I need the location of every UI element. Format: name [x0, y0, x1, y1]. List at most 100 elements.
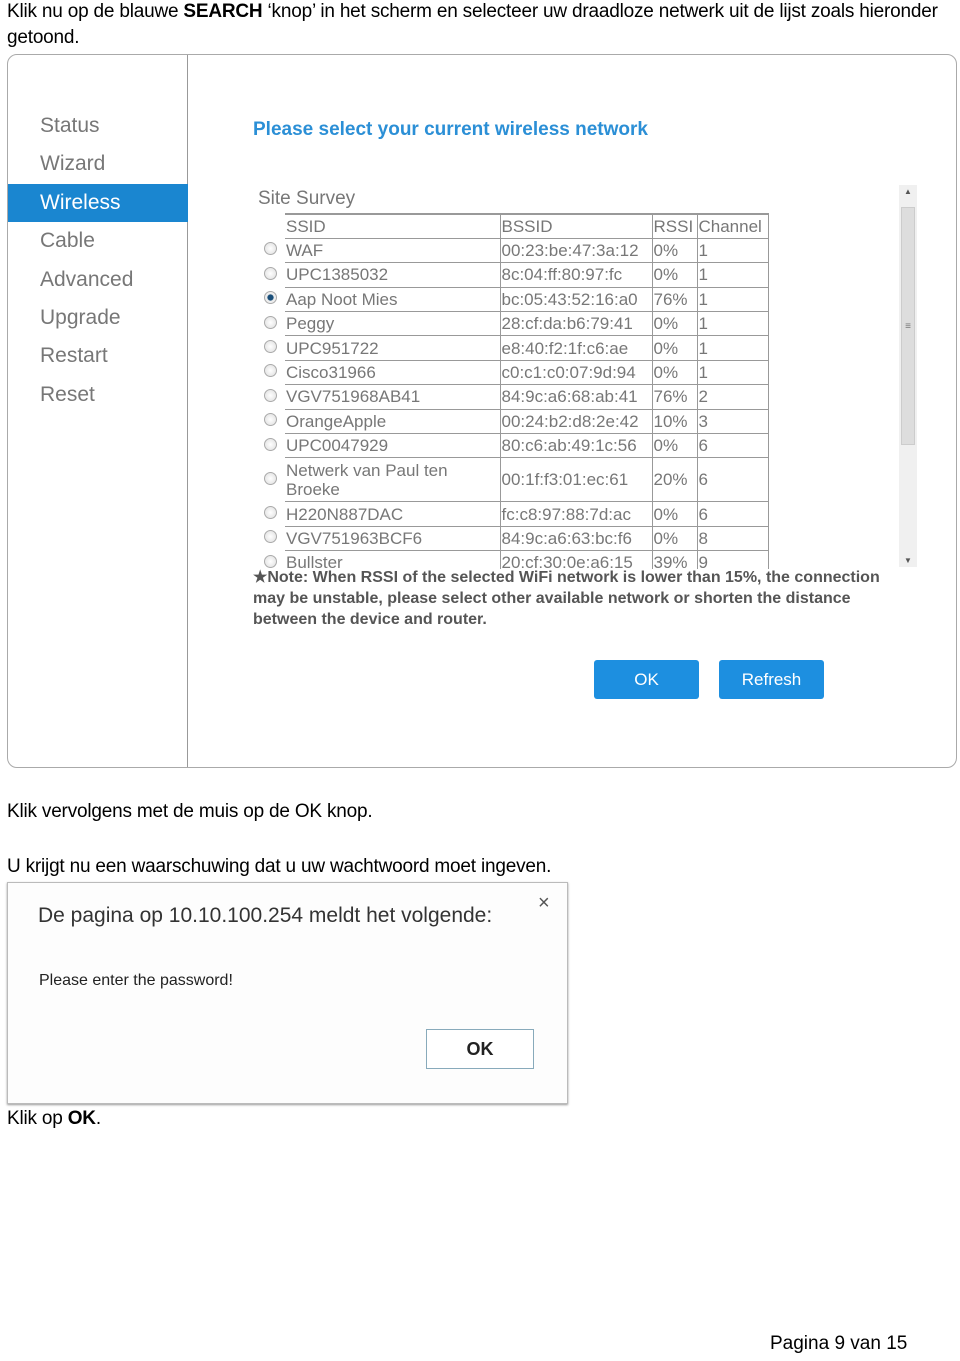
cell-bssid: 28:cf:da:b6:79:41 [499, 311, 653, 337]
cell-rssi: 0% [651, 262, 698, 288]
network-radio[interactable] [264, 389, 277, 402]
cell-bssid: fc:c8:97:88:7d:ac [499, 501, 653, 527]
cell-bssid: 80:c6:ab:49:1c:56 [499, 433, 653, 459]
ok-button[interactable]: OK [594, 660, 699, 699]
table-row[interactable]: Cisco31966 c0:c1:c0:07:9d:94 0% 1 [285, 359, 769, 386]
table-row[interactable]: Aap Noot Mies bc:05:43:52:16:a0 76% 1 [285, 286, 769, 313]
cell-channel: 6 [696, 457, 769, 503]
cell-ssid: Peggy [285, 311, 501, 337]
cell-ssid: Cisco31966 [285, 359, 501, 386]
sidebar-item-reset[interactable]: Reset [8, 376, 188, 414]
cell-channel: 1 [696, 311, 769, 337]
cell-channel: 1 [696, 359, 769, 386]
rssi-note: ★Note: When RSSI of the selected WiFi ne… [253, 569, 880, 628]
page-number: Pagina 9 van 15 [770, 1333, 908, 1354]
network-radio[interactable] [264, 364, 277, 377]
step4-part: Klik op [7, 1108, 68, 1129]
cell-bssid: c0:c1:c0:07:9d:94 [499, 359, 653, 386]
table-row[interactable]: H220N887DAC fc:c8:97:88:7d:ac 0% 6 [285, 501, 769, 527]
cell-rssi: 10% [651, 408, 698, 435]
col-ssid: SSID [285, 213, 501, 239]
network-radio[interactable] [264, 267, 277, 280]
network-radio[interactable] [264, 316, 277, 329]
network-table: SSID BSSID RSSI Channel WAF 00:23:be:47:3… [285, 213, 769, 569]
cell-bssid: 84:9c:a6:68:ab:41 [499, 384, 653, 410]
cell-rssi: 76% [651, 384, 698, 410]
cell-channel: 6 [696, 501, 769, 527]
network-radio[interactable] [264, 530, 277, 543]
intro-part: Klik nu op de blauwe [7, 1, 184, 22]
cell-rssi: 20% [651, 457, 698, 503]
table-row[interactable]: Netwerk van Paul ten Broeke 00:1f:f3:01:e… [285, 457, 769, 503]
scroll-up-icon[interactable]: ▲ [899, 187, 917, 196]
cell-bssid: 84:9c:a6:63:bc:f6 [499, 525, 653, 552]
cell-bssid: e8:40:f2:1f:c6:ae [499, 335, 653, 361]
cell-ssid: UPC951722 [285, 335, 501, 361]
cell-rssi: 0% [651, 335, 698, 361]
dialog-message: Please enter the password! [39, 972, 233, 989]
cell-bssid: 00:24:b2:d8:2e:42 [499, 408, 653, 435]
cell-ssid: WAF [285, 237, 501, 264]
cell-rssi: 0% [651, 311, 698, 337]
step4-part: . [95, 1108, 101, 1129]
cell-bssid: 00:1f:f3:01:ec:61 [499, 457, 653, 503]
network-radio[interactable] [264, 242, 277, 255]
table-row[interactable]: Peggy 28:cf:da:b6:79:41 0% 1 [285, 311, 769, 337]
table-row[interactable]: WAF 00:23:be:47:3a:12 0% 1 [285, 237, 769, 264]
site-survey-table: SSID BSSID RSSI Channel WAF 00:23:be:47:3… [258, 213, 778, 569]
network-radio[interactable] [264, 340, 277, 353]
cell-channel: 3 [696, 408, 769, 435]
cell-bssid: 8c:04:ff:80:97:fc [499, 262, 653, 288]
close-icon[interactable]: × [538, 892, 550, 915]
sidebar-item-status[interactable]: Status [8, 107, 188, 145]
network-radio[interactable] [264, 413, 277, 426]
password-alert-dialog: De pagina op 10.10.100.254 meldt het vol… [7, 882, 568, 1104]
cell-ssid: Aap Noot Mies [285, 286, 501, 313]
site-survey-label: Site Survey [258, 188, 356, 209]
table-row[interactable]: OrangeApple 00:24:b2:d8:2e:42 10% 3 [285, 408, 769, 435]
scroll-thumb[interactable]: ≡ [901, 207, 915, 445]
cell-bssid: bc:05:43:52:16:a0 [499, 286, 653, 313]
step4-bold: OK [67, 1108, 96, 1129]
network-radio[interactable] [264, 291, 277, 304]
cell-rssi: 76% [651, 286, 698, 313]
router-screenshot: Status Wizard Wireless Cable Advanced Upgrade… [7, 54, 957, 768]
dialog-ok-button[interactable]: OK [426, 1029, 534, 1069]
cell-rssi: 0% [651, 359, 698, 386]
cell-channel: 8 [696, 525, 769, 552]
cell-rssi: 0% [651, 433, 698, 459]
scroll-down-icon[interactable]: ▼ [899, 556, 917, 565]
col-channel: Channel [696, 213, 769, 239]
col-rssi: RSSI [651, 213, 698, 239]
cell-rssi: 0% [651, 237, 698, 264]
cell-ssid: VGV751963BCF6 [285, 525, 501, 552]
step2-text: Klik vervolgens met de muis op de OK kno… [7, 801, 373, 822]
sidebar-item-restart[interactable]: Restart [8, 337, 188, 375]
network-radio[interactable] [264, 472, 277, 485]
sidebar-item-advanced[interactable]: Advanced [8, 261, 188, 299]
table-row[interactable]: UPC951722 e8:40:f2:1f:c6:ae 0% 1 [285, 335, 769, 361]
intro-bold: SEARCH [183, 1, 263, 22]
page-title: Please select your current wireless netw… [253, 119, 648, 140]
cell-ssid: Netwerk van Paul ten Broeke [285, 457, 501, 503]
cell-ssid: H220N887DAC [285, 501, 501, 527]
sidebar-item-wireless[interactable]: Wireless [8, 183, 188, 222]
scrollbar[interactable]: ▲ ≡ ▼ [899, 185, 917, 567]
sidebar-item-wizard[interactable]: Wizard [8, 145, 188, 183]
table-row[interactable]: VGV751968AB41 84:9c:a6:68:ab:41 76% 2 [285, 384, 769, 410]
cell-bssid: 00:23:be:47:3a:12 [499, 237, 653, 264]
cell-channel: 1 [696, 335, 769, 361]
cell-ssid: UPC0047929 [285, 433, 501, 459]
sidebar-item-cable[interactable]: Cable [8, 222, 188, 260]
cell-channel: 1 [696, 262, 769, 288]
network-radio[interactable] [264, 438, 277, 451]
sidebar-item-upgrade[interactable]: Upgrade [8, 299, 188, 337]
table-row[interactable]: VGV751963BCF6 84:9c:a6:63:bc:f6 0% 8 [285, 525, 769, 552]
cell-channel: 6 [696, 433, 769, 459]
table-row[interactable]: UPC0047929 80:c6:ab:49:1c:56 0% 6 [285, 433, 769, 459]
cell-ssid: OrangeApple [285, 408, 501, 435]
table-row[interactable]: UPC1385032 8c:04:ff:80:97:fc 0% 1 [285, 262, 769, 288]
network-radio[interactable] [264, 506, 277, 519]
refresh-button[interactable]: Refresh [719, 660, 824, 699]
dialog-title: De pagina op 10.10.100.254 meldt het vol… [38, 904, 493, 927]
